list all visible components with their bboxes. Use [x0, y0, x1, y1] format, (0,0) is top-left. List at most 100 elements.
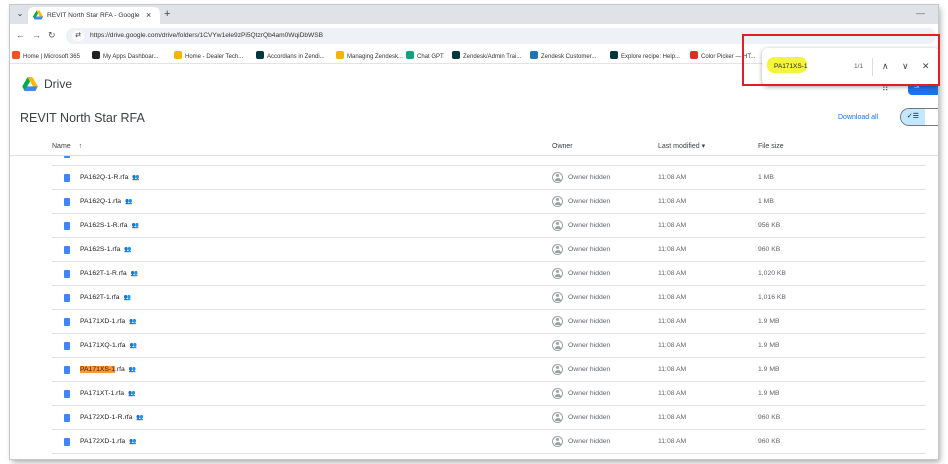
file-icon: [64, 174, 70, 182]
file-name[interactable]: PA171XD-1.rfa 👥: [80, 317, 137, 327]
file-size: 1.9 MB: [758, 390, 780, 397]
file-name-text: PA162S-1.rfa: [80, 246, 121, 253]
app-name[interactable]: Drive: [44, 77, 72, 91]
bookmark-item[interactable]: Accordians in Zendi...: [256, 51, 325, 61]
file-size: 960 KB: [758, 246, 781, 253]
back-icon[interactable]: ←: [16, 29, 25, 41]
file-icon: [64, 270, 70, 278]
owner-avatar-icon: [552, 268, 563, 279]
file-name-text: .rfa: [115, 366, 125, 373]
bookmark-label: My Apps Dashboar...: [103, 54, 159, 60]
file-name[interactable]: PA162T-1.rfa 👥: [80, 293, 131, 303]
column-owner[interactable]: Owner: [552, 142, 573, 152]
table-row[interactable]: PA162S-1-R.rfa 👥 Owner hidden 11:08 AM 956 K…: [10, 214, 938, 238]
bookmark-item[interactable]: Chat GPT: [406, 51, 444, 61]
bookmark-item[interactable]: My Apps Dashboar...: [92, 51, 158, 61]
file-name[interactable]: PA162Q-1.rfa 👥: [80, 197, 133, 207]
sort-arrow-icon[interactable]: ↑: [79, 143, 83, 150]
tab-title: REVIT North Star RFA - Google: [47, 12, 140, 19]
file-icon: [64, 414, 70, 422]
owner-name: Owner hidden: [568, 414, 611, 421]
owner-avatar-icon: [552, 412, 563, 423]
bookmark-item[interactable]: Zendesk Customer...: [530, 51, 596, 61]
bookmark-item[interactable]: Explore recipe: Help...: [610, 51, 680, 61]
owner-name: Owner hidden: [568, 222, 611, 229]
file-icon: [64, 342, 70, 350]
column-name-label: Name: [52, 143, 71, 150]
shared-icon: 👥: [129, 319, 137, 325]
site-info-icon[interactable]: ⇄: [72, 31, 84, 41]
last-modified: 11:08 AM: [658, 198, 687, 205]
bookmark-item[interactable]: Home | Microsoft 365: [12, 51, 80, 61]
tab-strip: ⌄ REVIT North Star RFA - Google × + —: [10, 5, 938, 24]
file-name[interactable]: PA171XS-1.rfa 👥: [80, 365, 136, 375]
file-name[interactable]: PA172XD-1.rfa 👥: [80, 437, 137, 447]
table-row[interactable]: PA162T-1-R.rfa 👥 Owner hidden 11:08 AM 1,020…: [10, 262, 938, 286]
new-tab-button[interactable]: +: [164, 7, 170, 21]
list-view-icon[interactable]: ✓☰: [901, 109, 925, 125]
bookmark-favicon-icon: [406, 51, 414, 59]
file-size: 1.9 MB: [758, 318, 780, 325]
file-size: 1,016 KB: [758, 294, 786, 301]
drive-logo-icon[interactable]: [22, 77, 38, 91]
file-name[interactable]: PA162S-1.rfa 👥: [80, 245, 132, 255]
owner-avatar-icon: [552, 196, 563, 207]
last-modified: 11:08 AM: [658, 222, 687, 229]
forward-icon[interactable]: →: [32, 29, 41, 41]
file-size: 960 KB: [758, 438, 781, 445]
table-row[interactable]: PA172XD-1.rfa 👥 Owner hidden 11:08 AM 960 KB: [10, 430, 938, 454]
file-name-text: PA171XD-1.rfa: [80, 318, 126, 325]
find-match-highlight: PA171XS-1: [80, 366, 116, 373]
url-text[interactable]: https://drive.google.com/drive/folders/1…: [90, 31, 323, 41]
shared-icon: 👥: [130, 271, 139, 277]
drive-favicon-icon: [33, 10, 43, 20]
last-modified: 11:08 AM: [658, 294, 687, 301]
download-all-button[interactable]: Download all: [838, 113, 878, 123]
last-modified: 11:08 AM: [658, 270, 687, 277]
folder-title: REVIT North Star RFA: [20, 111, 145, 125]
reload-icon[interactable]: ↻: [48, 29, 56, 41]
table-row[interactable]: PA162Q-1-R.rfa 👥 Owner hidden 11:08 AM 1 MB: [10, 166, 938, 190]
minimize-icon[interactable]: —: [916, 8, 925, 18]
file-name-text: PA162T-1-R.rfa: [80, 270, 127, 277]
bookmark-item[interactable]: Managing Zendesk...: [336, 51, 403, 61]
table-row[interactable]: PA171XD-1.rfa 👥 Owner hidden 11:08 AM 1.9 MB: [10, 310, 938, 334]
table-row[interactable]: PA171XT-1.rfa 👥 Owner hidden 11:08 AM 1.9 MB: [10, 382, 938, 406]
owner-name: Owner hidden: [568, 270, 611, 277]
tab-close-icon[interactable]: ×: [146, 9, 151, 21]
table-row[interactable]: PA162S-1.rfa 👥 Owner hidden 11:08 AM 960 KB: [10, 238, 938, 262]
file-list: PA162Q-1-R.rfa 👥 Owner hidden 11:08 AM 1 MB P…: [10, 156, 938, 459]
file-name[interactable]: PA171XQ-1.rfa 👥: [80, 341, 137, 351]
bookmark-favicon-icon: [452, 51, 460, 59]
table-row[interactable]: PA162T-1.rfa 👥 Owner hidden 11:08 AM 1,016 K…: [10, 286, 938, 310]
file-name[interactable]: PA171XT-1.rfa 👥: [80, 389, 136, 399]
last-modified: 11:08 AM: [658, 390, 687, 397]
file-name[interactable]: PA162Q-1-R.rfa 👥: [80, 173, 140, 183]
shared-icon: 👥: [132, 175, 140, 181]
tab-active[interactable]: REVIT North Star RFA - Google ×: [28, 7, 160, 24]
table-row-partial[interactable]: [10, 156, 938, 166]
shared-icon: 👥: [125, 199, 133, 205]
file-name[interactable]: PA162T-1-R.rfa 👥: [80, 269, 139, 279]
file-name-text: PA162S-1-R.rfa: [80, 222, 128, 229]
table-row[interactable]: PA171XS-1.rfa 👥 Owner hidden 11:08 AM 1.9 MB: [10, 358, 938, 382]
table-header: Name ↑ Owner Last modified ▾ File size: [10, 139, 938, 156]
table-row[interactable]: PA172XD-1-R.rfa 👥 Owner hidden 11:08 AM 960 …: [10, 406, 938, 430]
file-icon: [64, 222, 70, 230]
file-name[interactable]: PA172XD-1-R.rfa 👥: [80, 413, 144, 423]
file-size: 960 KB: [758, 414, 781, 421]
table-row[interactable]: PA162Q-1.rfa 👥 Owner hidden 11:08 AM 1 MB: [10, 190, 938, 214]
view-toggle[interactable]: ✓☰: [900, 108, 938, 126]
last-modified: 11:08 AM: [658, 318, 687, 325]
column-file-size[interactable]: File size: [758, 142, 784, 152]
tab-search-icon[interactable]: ⌄: [14, 8, 26, 20]
column-name[interactable]: Name ↑: [52, 142, 82, 152]
owner-avatar-icon: [552, 292, 563, 303]
file-icon: [64, 198, 70, 206]
file-icon: [64, 318, 70, 326]
table-row[interactable]: PA171XQ-1.rfa 👥 Owner hidden 11:08 AM 1.9 MB: [10, 334, 938, 358]
column-last-modified[interactable]: Last modified ▾: [658, 142, 705, 152]
file-name[interactable]: PA162S-1-R.rfa 👥: [80, 221, 139, 231]
bookmark-item[interactable]: Home - Dealer Tech...: [174, 51, 243, 61]
bookmark-item[interactable]: Zendesk/Admin Trai...: [452, 51, 521, 61]
